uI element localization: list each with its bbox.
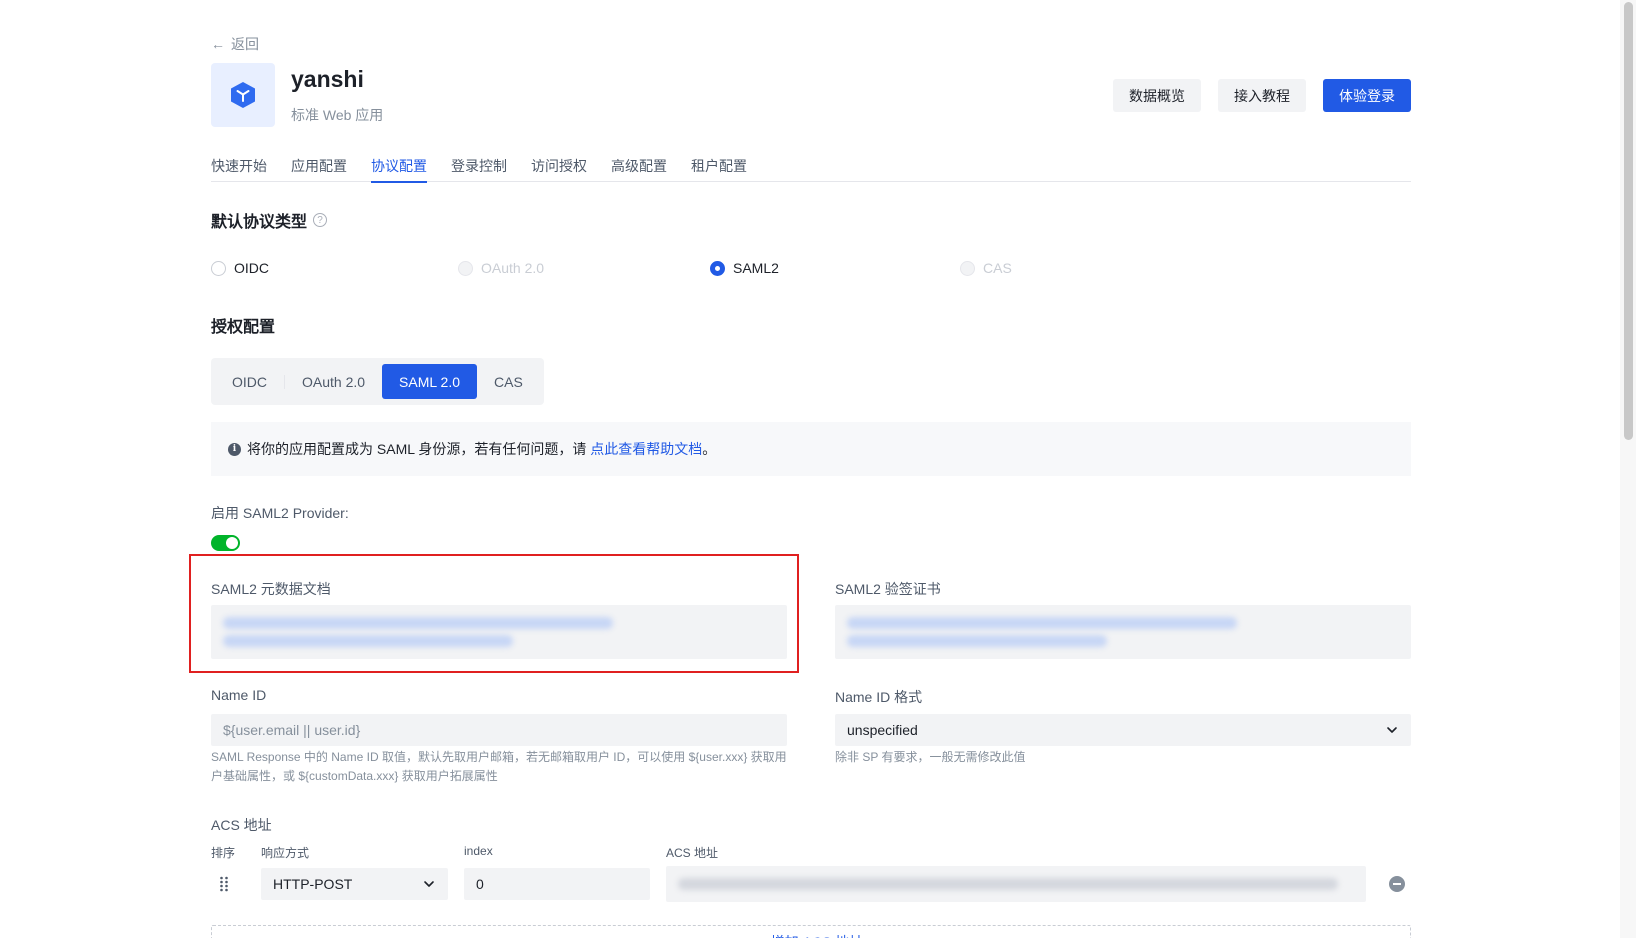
radio-label: OIDC [234,260,269,276]
alert-message: 将你的应用配置成为 SAML 身份源，若有任何问题，请 [247,441,587,457]
auth-config-title-text: 授权配置 [211,319,276,336]
default-protocol-title: 默认协议类型 ? [211,208,328,232]
tab-tenant-config[interactable]: 租户配置 [691,154,747,182]
help-icon[interactable]: ? [313,213,328,227]
segment-oidc[interactable]: OIDC [215,364,284,399]
acs-binding-select[interactable]: HTTP-POST [261,868,448,900]
try-login-button[interactable]: 体验登录 [1323,79,1411,112]
col-acs-url: ACS 地址 [666,846,719,860]
radio-saml2[interactable]: SAML2 [710,260,779,276]
default-protocol-title-text: 默认协议类型 [211,214,308,231]
acs-binding-value: HTTP-POST [273,876,353,892]
cert-label: SAML2 验签证书 [835,581,941,597]
redacted-text [847,617,1237,629]
radio-circle [710,260,725,276]
header-actions: 数据概览 接入教程 体验登录 [1113,79,1411,112]
app-name: yanshi [291,66,364,92]
remove-circle-icon[interactable] [1389,876,1405,892]
data-overview-button[interactable]: 数据概览 [1113,79,1201,112]
info-alert: i 将你的应用配置成为 SAML 身份源，若有任何问题，请 点此查看帮助文档。 [211,422,1411,476]
col-index: index [464,844,493,858]
cert-url-field[interactable] [835,605,1411,659]
scrollbar[interactable] [1620,0,1636,938]
help-doc-link[interactable]: 点此查看帮助文档 [590,441,702,457]
cube-icon [231,82,255,108]
drag-handle-icon[interactable] [219,876,229,892]
radio-circle [211,260,226,276]
alert-text: 将你的应用配置成为 SAML 身份源，若有任何问题，请 点此查看帮助文档。 [247,439,716,459]
app-logo [211,63,275,127]
chevron-down-icon [1387,727,1397,733]
metadata-url-field[interactable] [211,605,787,659]
protocol-segmented-control: OIDC OAuth 2.0 SAML 2.0 CAS [211,358,544,405]
radio-circle [458,260,473,276]
tab-quick-start[interactable]: 快速开始 [211,154,267,182]
metadata-label: SAML2 元数据文档 [211,581,331,597]
back-link[interactable]: ← 返回 [211,34,259,54]
tab-access-auth[interactable]: 访问授权 [531,154,587,182]
name-id-format-select[interactable]: unspecified [835,714,1411,746]
col-order: 排序 [211,846,236,860]
col-binding: 响应方式 [261,846,310,860]
radio-label: OAuth 2.0 [481,260,545,276]
back-label: 返回 [231,36,259,52]
enable-saml2-toggle[interactable] [211,535,240,551]
info-icon: i [228,442,241,456]
tab-bar: 快速开始 应用配置 协议配置 登录控制 访问授权 高级配置 租户配置 [211,154,1411,183]
name-id-format-hint: 除非 SP 有要求，一般无需修改此值 [835,750,1026,764]
radio-oidc[interactable]: OIDC [211,260,269,276]
radio-label: CAS [983,260,1012,276]
radio-label: SAML2 [733,260,779,276]
name-id-format-value: unspecified [847,722,918,738]
radio-oauth2: OAuth 2.0 [458,260,544,276]
redacted-text [678,878,1338,890]
radio-circle [960,260,975,276]
tab-advanced-config[interactable]: 高级配置 [611,154,667,182]
segment-cas[interactable]: CAS [477,364,540,399]
scrollbar-thumb[interactable] [1624,2,1633,440]
alert-suffix: 。 [702,441,717,457]
app-type: 标准 Web 应用 [291,107,384,123]
arrow-left-icon: ← [211,36,225,52]
name-id-hint: SAML Response 中的 Name ID 取值，默认先取用户邮箱，若无邮… [211,750,787,783]
redacted-text [223,617,613,629]
add-acs-button[interactable]: + 增加 ACS 地址 [211,925,1411,938]
tab-protocol-config[interactable]: 协议配置 [371,154,427,183]
tab-login-control[interactable]: 登录控制 [451,154,507,182]
segment-saml2[interactable]: SAML 2.0 [382,364,478,399]
tutorial-button[interactable]: 接入教程 [1218,79,1306,112]
name-id-input[interactable]: ${user.email || user.id} [211,714,787,746]
chevron-down-icon [424,881,434,887]
acs-url-input[interactable] [666,866,1366,902]
name-id-format-label: Name ID 格式 [835,689,923,705]
acs-index-input[interactable]: 0 [464,868,650,900]
redacted-text [223,635,513,647]
radio-cas: CAS [960,260,1012,276]
auth-config-title: 授权配置 [211,313,275,337]
enable-saml2-label: 启用 SAML2 Provider: [211,505,349,521]
acs-title: ACS 地址 [211,817,272,833]
name-id-label: Name ID [211,687,267,703]
redacted-text [847,635,1107,647]
segment-oauth2[interactable]: OAuth 2.0 [285,364,382,399]
tab-app-config[interactable]: 应用配置 [291,154,347,182]
